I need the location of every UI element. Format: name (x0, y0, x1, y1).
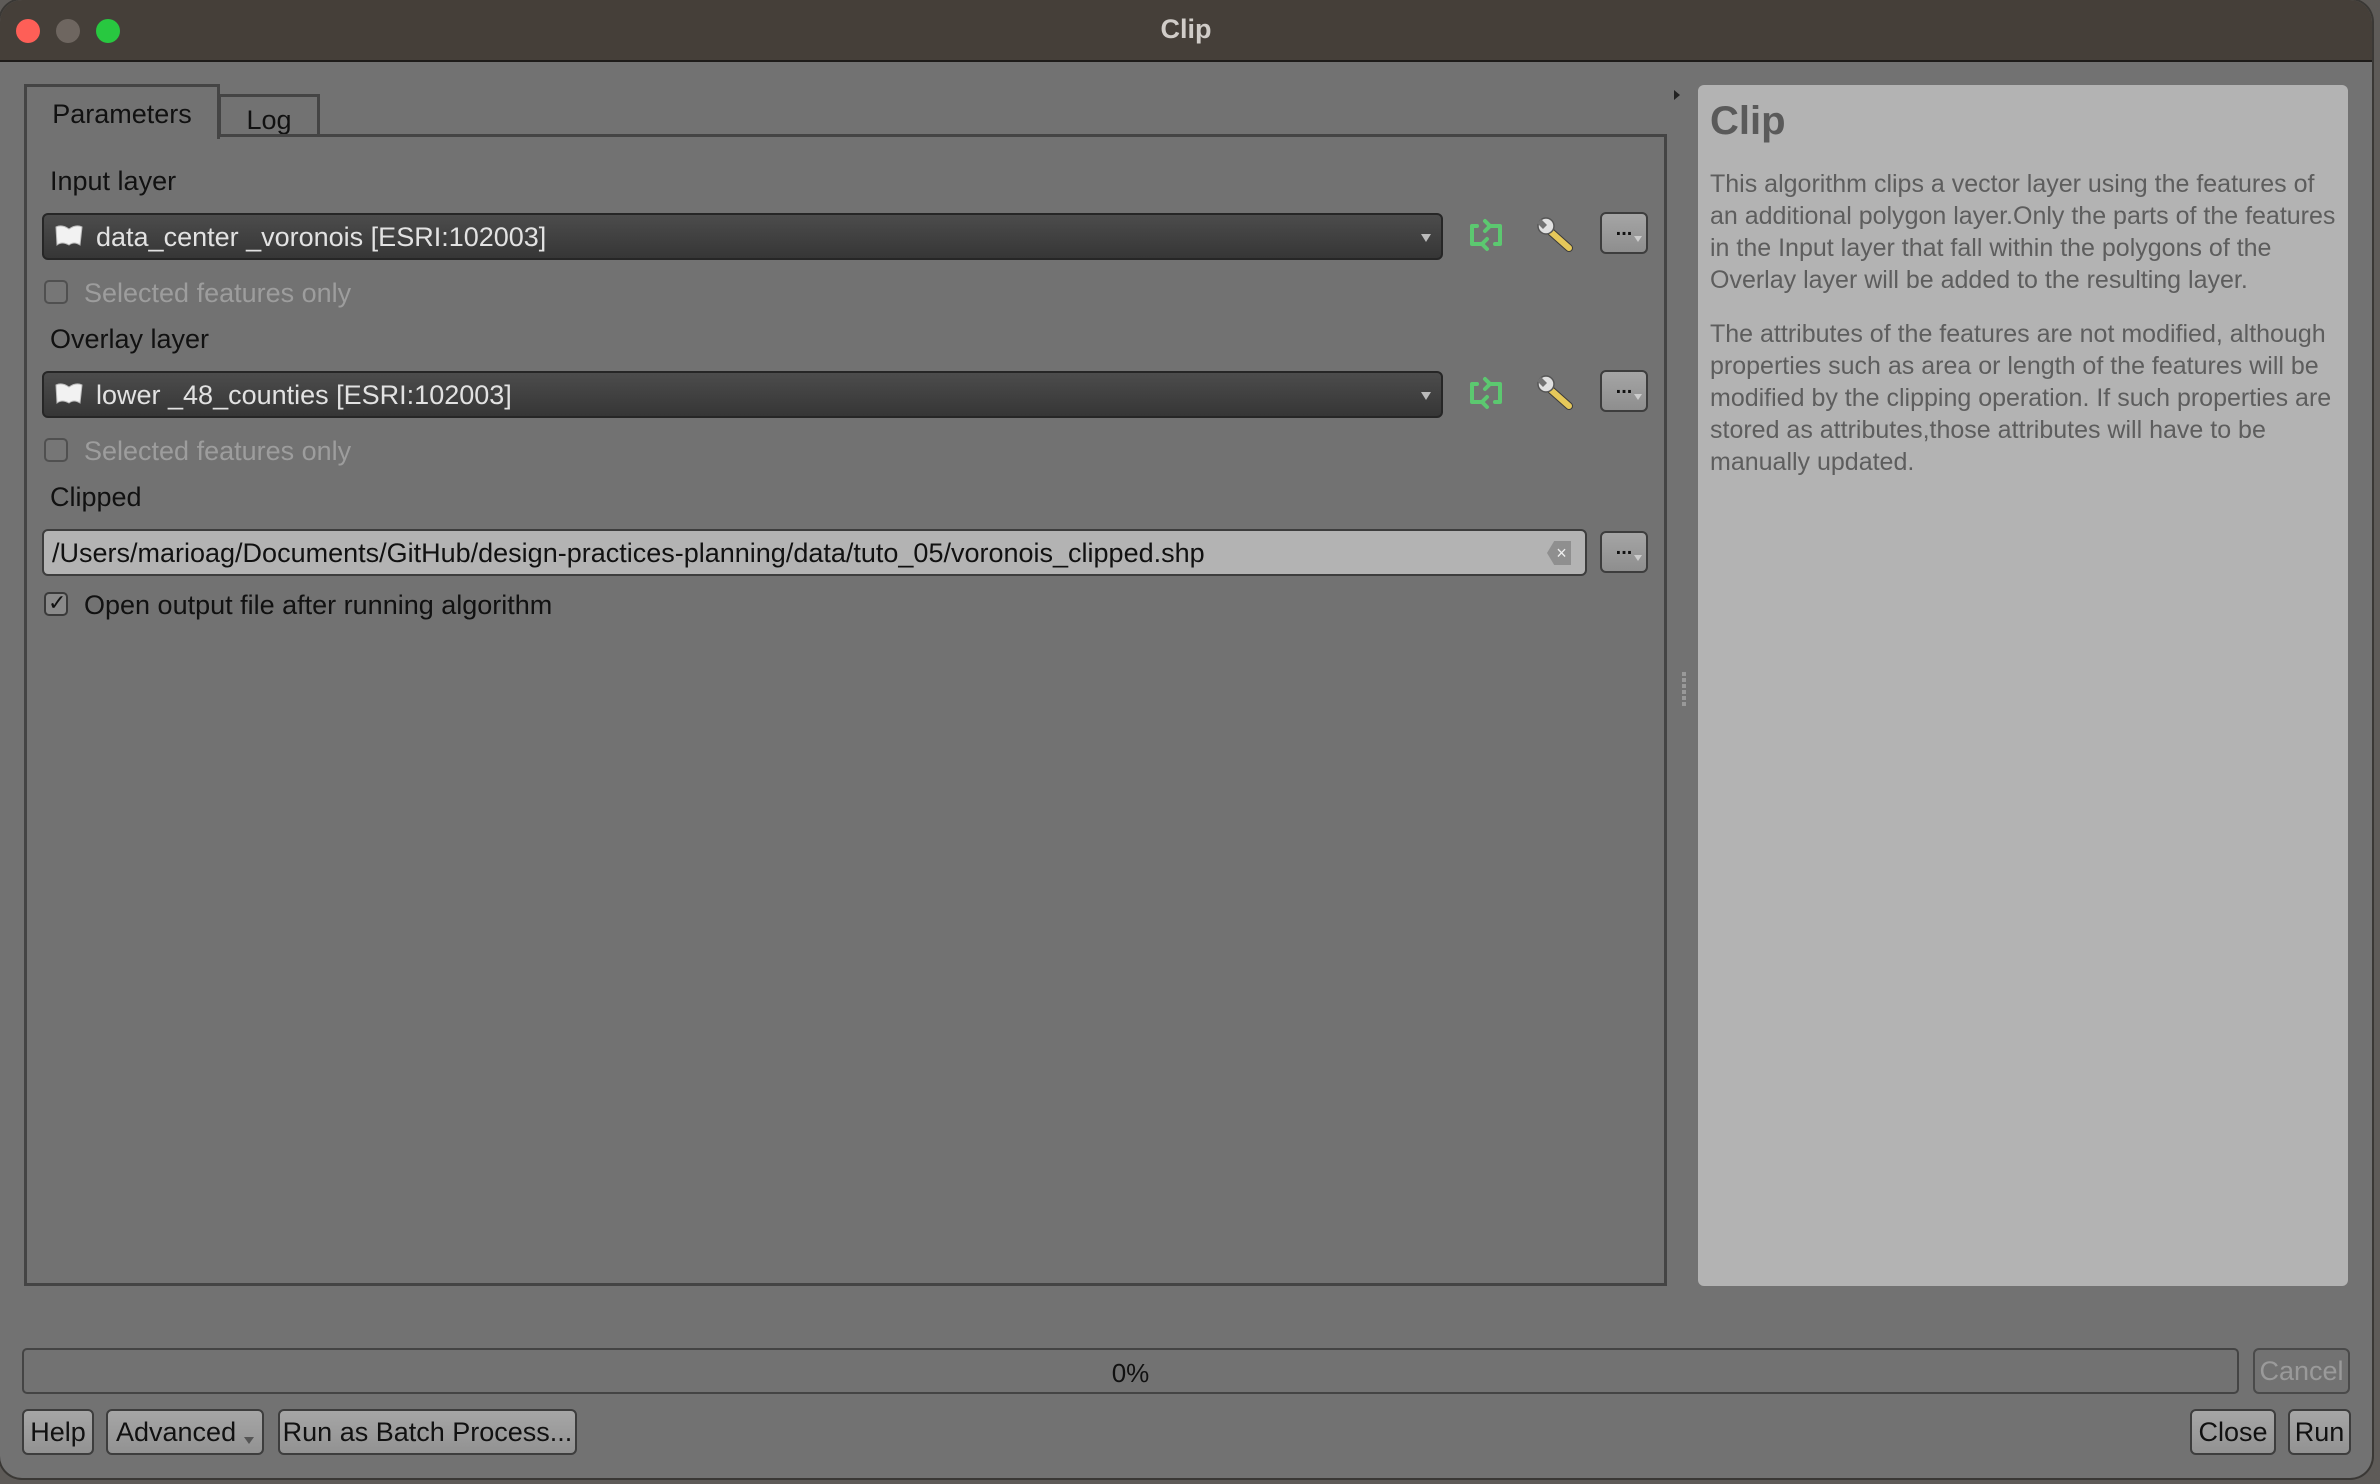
input-layer-value: data_center _voronois [ESRI:102003] (96, 222, 547, 252)
wrench-icon[interactable] (1535, 372, 1577, 414)
chevron-down-icon (244, 1437, 254, 1444)
run-button[interactable]: Run (2288, 1409, 2351, 1455)
progress-text: 0% (1111, 1358, 1150, 1388)
chevron-down-icon (1634, 394, 1642, 400)
overlay-layer-value: lower _48_counties [ESRI:102003] (96, 380, 512, 410)
clipped-output-browse-button[interactable]: ... (1600, 531, 1648, 573)
help-paragraph: This algorithm clips a vector layer usin… (1710, 170, 2336, 294)
close-button[interactable]: Close (2190, 1409, 2276, 1455)
tab-parameters[interactable]: Parameters (24, 84, 220, 139)
browse-label: ... (1615, 376, 1633, 398)
checkbox-box[interactable]: ✓ (44, 590, 68, 616)
overlay-layer-label: Overlay layer (50, 324, 210, 354)
clip-dialog: Clip Parameters Log Input layer data_cen… (0, 0, 2372, 1478)
clear-icon[interactable]: × (1547, 541, 1571, 565)
overlay-layer-combo[interactable]: lower _48_counties [ESRI:102003] (42, 371, 1443, 418)
window-title: Clip (1160, 14, 1212, 44)
clipped-output-path-value: /Users/marioag/Documents/GitHub/design-p… (52, 538, 1205, 568)
overlay-layer-browse-button[interactable]: ... (1600, 370, 1648, 412)
collapse-help-arrow-icon[interactable] (1674, 90, 1680, 100)
chevron-down-icon (1421, 234, 1431, 242)
clipped-label: Clipped (50, 482, 142, 512)
checkbox-box[interactable] (44, 438, 68, 462)
input-layer-label: Input layer (50, 166, 177, 196)
overlay-selected-only-label: Selected features only (84, 436, 352, 466)
tab-log[interactable]: Log (218, 94, 320, 136)
help-paragraph: The attributes of the features are not m… (1710, 320, 2332, 476)
input-layer-browse-button[interactable]: ... (1600, 212, 1648, 254)
advanced-label: Advanced (116, 1417, 237, 1447)
progress-bar: 0% (22, 1348, 2239, 1394)
checkmark-icon: ✓ (48, 590, 67, 615)
checkbox-box[interactable] (44, 280, 68, 304)
help-button[interactable]: Help (22, 1409, 94, 1455)
iterate-icon[interactable] (1465, 214, 1507, 256)
splitter-handle[interactable] (1682, 672, 1686, 708)
chevron-down-icon (1634, 236, 1642, 242)
advanced-button[interactable]: Advanced (106, 1409, 264, 1455)
browse-label: ... (1615, 218, 1633, 240)
input-layer-combo[interactable]: data_center _voronois [ESRI:102003] (42, 213, 1443, 260)
polygon-layer-icon (55, 225, 83, 246)
open-output-label: Open output file after running algorithm (84, 590, 553, 620)
chevron-down-icon (1421, 392, 1431, 400)
cancel-button[interactable]: Cancel (2253, 1348, 2350, 1394)
run-batch-button[interactable]: Run as Batch Process... (278, 1409, 577, 1455)
clipped-output-path-input[interactable]: /Users/marioag/Documents/GitHub/design-p… (42, 529, 1587, 576)
browse-label: ... (1615, 537, 1633, 559)
wrench-icon[interactable] (1535, 214, 1577, 256)
help-panel: Clip This algorithm clips a vector layer… (1698, 85, 2348, 1286)
title-bar: Clip (0, 0, 2372, 62)
iterate-icon[interactable] (1465, 372, 1507, 414)
help-title: Clip (1710, 99, 1786, 143)
input-selected-only-label: Selected features only (84, 278, 352, 308)
chevron-down-icon (1634, 555, 1642, 561)
polygon-layer-icon (55, 383, 83, 404)
